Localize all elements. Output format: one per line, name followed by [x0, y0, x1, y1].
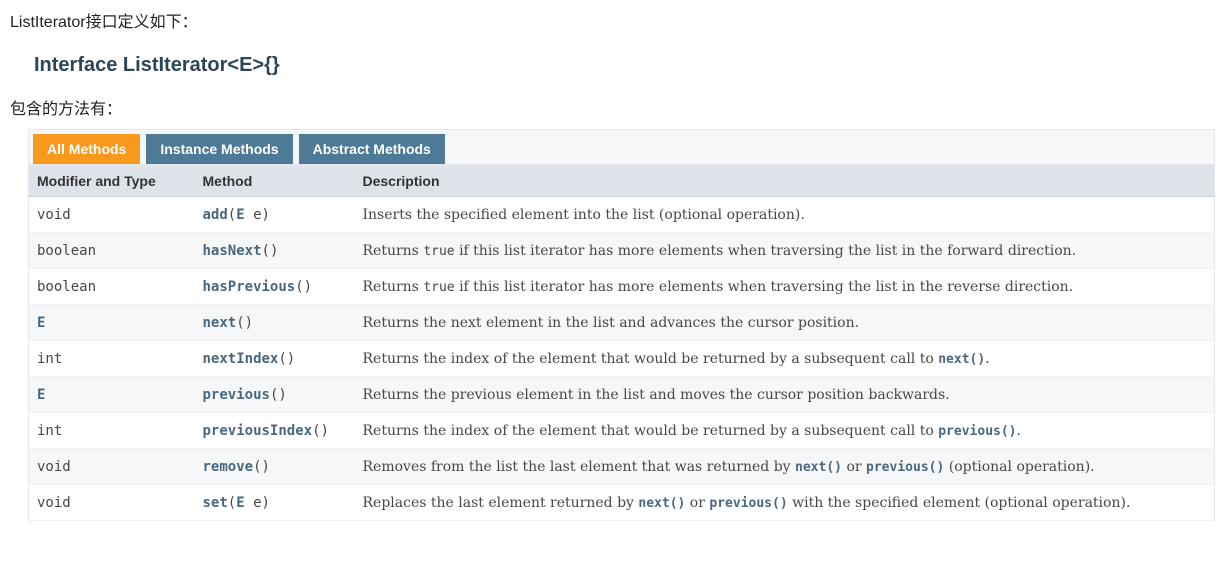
cell-description: Returns the index of the element that wo…	[355, 413, 1215, 449]
table-row: Eprevious()Returns the previous element …	[29, 377, 1215, 413]
table-row: voidset​(E e)Replaces the last element r…	[29, 485, 1215, 521]
header-description: Description	[355, 166, 1215, 197]
table-header-row: Modifier and Type Method Description	[29, 166, 1215, 197]
cell-description: Returns true if this list iterator has m…	[355, 233, 1215, 269]
cell-description: Returns the next element in the list and…	[355, 305, 1215, 341]
cell-modifier-type: void	[29, 197, 195, 233]
tab-instance-methods[interactable]: Instance Methods	[146, 134, 292, 164]
cell-method[interactable]: add​(E e)	[195, 197, 355, 233]
cell-method[interactable]: nextIndex()	[195, 341, 355, 377]
cell-modifier-type: void	[29, 485, 195, 521]
table-row: voidadd​(E e)Inserts the specified eleme…	[29, 197, 1215, 233]
table-row: booleanhasPrevious()Returns true if this…	[29, 269, 1215, 305]
cell-method[interactable]: hasNext()	[195, 233, 355, 269]
cell-description: Returns the previous element in the list…	[355, 377, 1215, 413]
table-row: intnextIndex()Returns the index of the e…	[29, 341, 1215, 377]
cell-description: Replaces the last element returned by ne…	[355, 485, 1215, 521]
cell-method[interactable]: previous()	[195, 377, 355, 413]
cell-description: Returns the index of the element that wo…	[355, 341, 1215, 377]
method-summary-table: All Methods Instance Methods Abstract Me…	[28, 129, 1215, 521]
cell-method[interactable]: next()	[195, 305, 355, 341]
cell-description: Inserts the specified element into the l…	[355, 197, 1215, 233]
header-modifier-type: Modifier and Type	[29, 166, 195, 197]
cell-description: Returns true if this list iterator has m…	[355, 269, 1215, 305]
cell-modifier-type: E	[29, 305, 195, 341]
methods-label: 包含的方法有：	[10, 95, 1217, 119]
cell-modifier-type: boolean	[29, 269, 195, 305]
cell-modifier-type: E	[29, 377, 195, 413]
cell-method[interactable]: previousIndex()	[195, 413, 355, 449]
cell-method[interactable]: set​(E e)	[195, 485, 355, 521]
cell-modifier-type: int	[29, 413, 195, 449]
cell-modifier-type: boolean	[29, 233, 195, 269]
tab-abstract-methods[interactable]: Abstract Methods	[299, 134, 445, 164]
cell-method[interactable]: remove()	[195, 449, 355, 485]
cell-modifier-type: void	[29, 449, 195, 485]
tabs-row: All Methods Instance Methods Abstract Me…	[28, 129, 1215, 165]
cell-description: Removes from the list the last element t…	[355, 449, 1215, 485]
table-row: Enext()Returns the next element in the l…	[29, 305, 1215, 341]
cell-method[interactable]: hasPrevious()	[195, 269, 355, 305]
tab-all-methods[interactable]: All Methods	[33, 134, 140, 164]
cell-modifier-type: int	[29, 341, 195, 377]
table-row: booleanhasNext()Returns true if this lis…	[29, 233, 1215, 269]
table-row: intpreviousIndex()Returns the index of t…	[29, 413, 1215, 449]
intro-text: ListIterator接口定义如下：	[10, 8, 1217, 32]
interface-heading: Interface ListIterator<E>{}	[34, 54, 1217, 77]
header-method: Method	[195, 166, 355, 197]
table-row: voidremove()Removes from the list the la…	[29, 449, 1215, 485]
method-table: Modifier and Type Method Description voi…	[28, 165, 1215, 521]
